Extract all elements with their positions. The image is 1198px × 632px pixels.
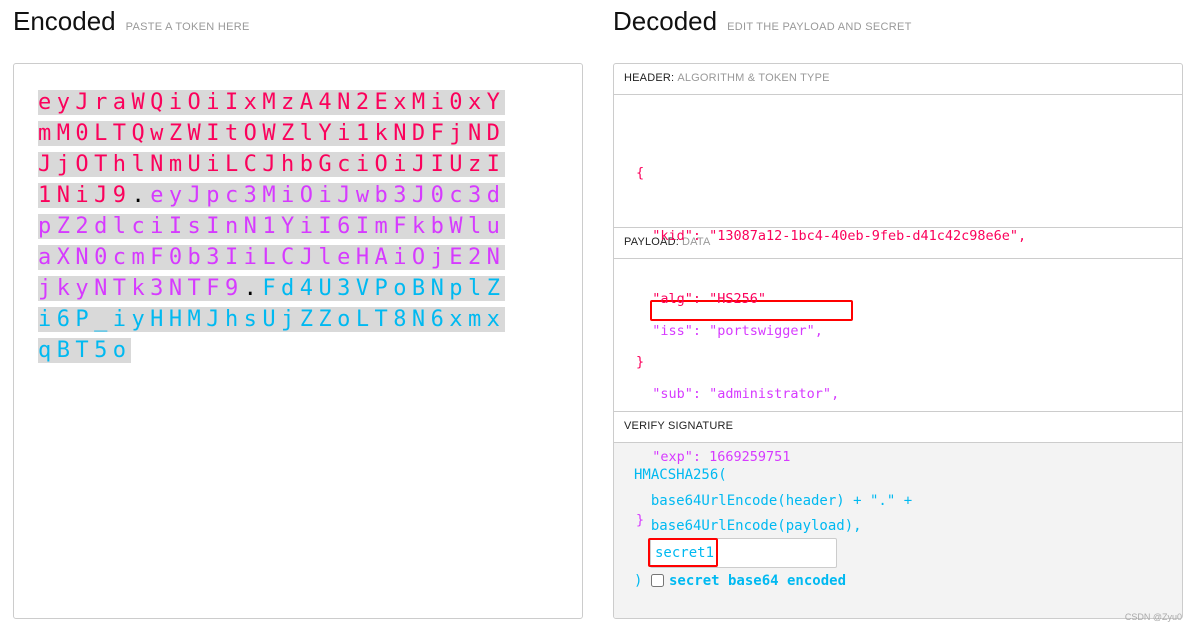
header-section-bar: HEADER: ALGORITHM & TOKEN TYPE [614, 64, 1182, 95]
encoded-token-editor[interactable]: eyJraWQiOiIxMzA4N2ExMi0xYmM0LTQwZWItOWZl… [13, 63, 583, 619]
base64-checkbox[interactable] [651, 574, 664, 587]
code-line: "kid": "13087a12-1bc4-40eb-9feb-d41c42c9… [636, 228, 1027, 244]
watermark: CSDN @Zyu0 [1124, 612, 1182, 622]
code-line: } [636, 512, 645, 528]
encoded-title: Encoded [13, 6, 116, 36]
code-line: "exp": 1669259751 [636, 449, 791, 465]
token-dot: . [243, 276, 263, 301]
decoded-title: Decoded [613, 6, 718, 36]
header-sublabel: ALGORITHM & TOKEN TYPE [677, 72, 830, 84]
encoded-heading: Encoded PASTE A TOKEN HERE [13, 6, 250, 37]
token-text[interactable]: eyJraWQiOiIxMzA4N2ExMi0xYmM0LTQwZWItOWZl… [38, 87, 513, 366]
code-line: "sub": "administrator", [636, 386, 840, 402]
token-dot: . [131, 183, 151, 208]
encoded-subtitle: PASTE A TOKEN HERE [125, 21, 250, 33]
decoded-panel: HEADER: ALGORITHM & TOKEN TYPE { "kid": "… [613, 63, 1183, 619]
header-json-editor[interactable]: { "kid": "13087a12-1bc4-40eb-9feb-d41c42… [614, 95, 1182, 370]
header-label: HEADER: [624, 72, 675, 84]
code-line: "iss": "portswigger", [636, 323, 823, 339]
sig-close-paren: ) [634, 573, 643, 589]
decoded-heading: Decoded EDIT THE PAYLOAD AND SECRET [613, 6, 912, 37]
decoded-subtitle: EDIT THE PAYLOAD AND SECRET [727, 21, 912, 33]
code-line: { [636, 165, 645, 181]
base64-checkbox-label[interactable]: secret base64 encoded [669, 573, 846, 589]
payload-json[interactable]: "iss": "portswigger", "sub": "administra… [636, 279, 839, 573]
